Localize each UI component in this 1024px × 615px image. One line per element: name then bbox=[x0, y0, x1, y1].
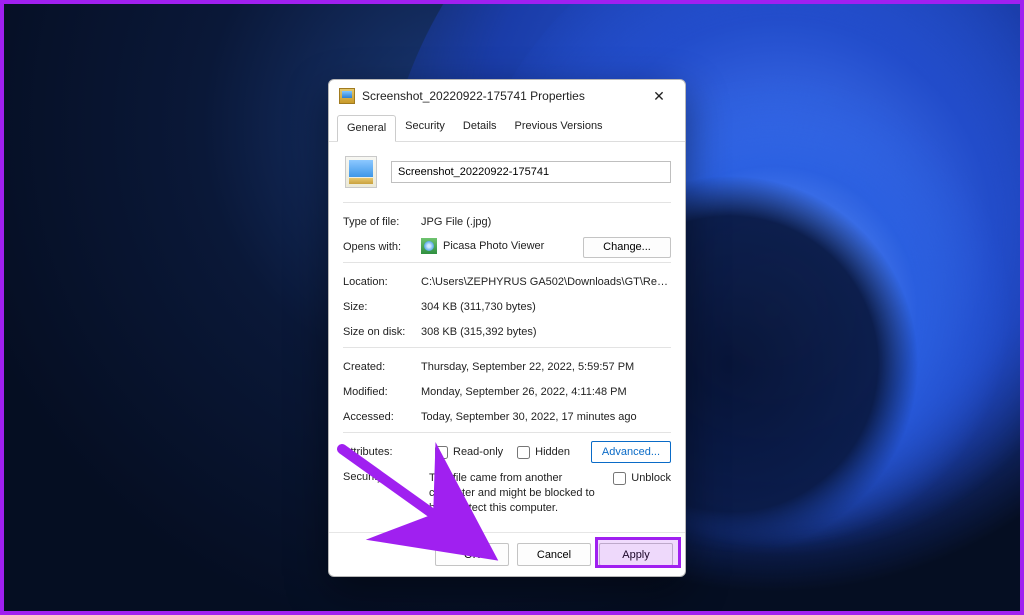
separator bbox=[343, 262, 671, 263]
tab-label: Details bbox=[463, 120, 497, 132]
row-type-of-file: Type of file: JPG File (.jpg) bbox=[343, 211, 671, 233]
value-size-on-disk: 308 KB (315,392 bytes) bbox=[421, 326, 671, 338]
titlebar[interactable]: Screenshot_20220922-175741 Properties ✕ bbox=[329, 80, 685, 112]
dialog-body: Type of file: JPG File (.jpg) Opens with… bbox=[329, 142, 685, 525]
value-location: C:\Users\ZEPHYRUS GA502\Downloads\GT\Red… bbox=[421, 276, 671, 288]
tab-strip: General Security Details Previous Versio… bbox=[329, 112, 685, 142]
label-location: Location: bbox=[343, 276, 421, 288]
change-button[interactable]: Change... bbox=[583, 237, 671, 258]
tab-label: Security bbox=[405, 120, 445, 132]
advanced-button[interactable]: Advanced... bbox=[591, 441, 671, 463]
label-modified: Modified: bbox=[343, 386, 421, 398]
row-opens-with: Opens with: Picasa Photo Viewer Change..… bbox=[343, 236, 671, 258]
opens-with-app-name: Picasa Photo Viewer bbox=[443, 240, 544, 252]
label-accessed: Accessed: bbox=[343, 411, 421, 423]
tab-previous-versions[interactable]: Previous Versions bbox=[506, 114, 612, 141]
value-created: Thursday, September 22, 2022, 5:59:57 PM bbox=[421, 361, 671, 373]
app-icon bbox=[421, 238, 437, 254]
unblock-label: Unblock bbox=[631, 472, 671, 484]
tab-details[interactable]: Details bbox=[454, 114, 506, 141]
ok-button[interactable]: OK bbox=[435, 543, 509, 566]
hidden-checkbox-input[interactable] bbox=[517, 446, 530, 459]
label-size: Size: bbox=[343, 301, 421, 313]
file-header bbox=[343, 152, 671, 198]
row-location: Location: C:\Users\ZEPHYRUS GA502\Downlo… bbox=[343, 271, 671, 293]
label-security: Security: bbox=[343, 471, 421, 483]
close-icon: ✕ bbox=[653, 88, 665, 105]
tab-label: Previous Versions bbox=[515, 120, 603, 132]
checkbox-hidden[interactable]: Hidden bbox=[517, 446, 570, 459]
label-opens-with: Opens with: bbox=[343, 241, 421, 253]
value-size: 304 KB (311,730 bytes) bbox=[421, 301, 671, 313]
tab-label: General bbox=[347, 122, 386, 134]
value-accessed: Today, September 30, 2022, 17 minutes ag… bbox=[421, 411, 671, 423]
tab-security[interactable]: Security bbox=[396, 114, 454, 141]
row-size: Size: 304 KB (311,730 bytes) bbox=[343, 296, 671, 318]
row-created: Created: Thursday, September 22, 2022, 5… bbox=[343, 356, 671, 378]
file-type-icon bbox=[339, 88, 355, 104]
checkbox-read-only[interactable]: Read-only bbox=[435, 446, 503, 459]
cancel-button[interactable]: Cancel bbox=[517, 543, 591, 566]
label-type-of-file: Type of file: bbox=[343, 216, 421, 228]
window-title: Screenshot_20220922-175741 Properties bbox=[362, 89, 639, 103]
properties-dialog: Screenshot_20220922-175741 Properties ✕ … bbox=[328, 79, 686, 577]
value-modified: Monday, September 26, 2022, 4:11:48 PM bbox=[421, 386, 671, 398]
separator bbox=[343, 432, 671, 433]
value-type-of-file: JPG File (.jpg) bbox=[421, 216, 671, 228]
label-created: Created: bbox=[343, 361, 421, 373]
button-bar: OK Cancel Apply bbox=[329, 532, 685, 576]
separator bbox=[343, 347, 671, 348]
row-size-on-disk: Size on disk: 308 KB (315,392 bytes) bbox=[343, 321, 671, 343]
read-only-checkbox-input[interactable] bbox=[435, 446, 448, 459]
file-thumbnail-icon bbox=[345, 156, 377, 188]
separator bbox=[343, 202, 671, 203]
hidden-label: Hidden bbox=[535, 446, 570, 458]
apply-button[interactable]: Apply bbox=[599, 543, 673, 566]
tab-general[interactable]: General bbox=[337, 115, 396, 142]
checkbox-unblock[interactable]: Unblock bbox=[613, 472, 671, 485]
filename-input[interactable] bbox=[391, 161, 671, 183]
row-modified: Modified: Monday, September 26, 2022, 4:… bbox=[343, 381, 671, 403]
row-accessed: Accessed: Today, September 30, 2022, 17 … bbox=[343, 406, 671, 428]
desktop-frame: Screenshot_20220922-175741 Properties ✕ … bbox=[0, 0, 1024, 615]
row-security: Security: This file came from another co… bbox=[343, 471, 671, 516]
row-attributes: Attributes: Read-only Hidden Advanced... bbox=[343, 441, 671, 463]
label-size-on-disk: Size on disk: bbox=[343, 326, 421, 338]
label-attributes: Attributes: bbox=[343, 446, 421, 458]
unblock-checkbox-input[interactable] bbox=[613, 472, 626, 485]
read-only-label: Read-only bbox=[453, 446, 503, 458]
value-opens-with: Picasa Photo Viewer bbox=[421, 238, 583, 257]
close-button[interactable]: ✕ bbox=[639, 82, 679, 110]
security-text: This file came from another computer and… bbox=[429, 471, 605, 516]
